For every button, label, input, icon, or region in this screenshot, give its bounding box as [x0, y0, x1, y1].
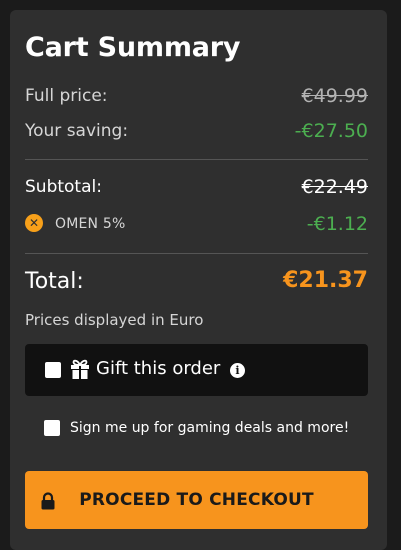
remove-coupon-icon[interactable]: ✕ — [25, 214, 43, 232]
saving-row: Your saving: -€27.50 — [25, 117, 368, 145]
info-icon[interactable]: i — [230, 363, 245, 378]
full-price-row: Full price: €49.99 — [25, 82, 368, 110]
saving-value: -€27.50 — [294, 120, 368, 142]
coupon-value: -€1.12 — [306, 213, 368, 235]
saving-label: Your saving: — [25, 121, 129, 141]
total-value: €21.37 — [283, 268, 368, 293]
subtotal-row: Subtotal: €22.49 — [25, 173, 368, 201]
currency-note: Prices displayed in Euro — [25, 311, 204, 329]
coupon-label: OMEN 5% — [55, 216, 126, 232]
newsletter-signup-label: Sign me up for gaming deals and more! — [70, 420, 350, 436]
gift-order-option[interactable]: Gift this order i — [25, 344, 368, 396]
gift-icon — [71, 359, 89, 379]
cart-summary-title: Cart Summary — [25, 32, 241, 63]
divider — [25, 253, 368, 254]
gift-order-label: Gift this order — [96, 358, 221, 379]
newsletter-checkbox[interactable] — [44, 420, 60, 436]
full-price-label: Full price: — [25, 86, 108, 106]
divider — [25, 159, 368, 160]
total-row: Total: €21.37 — [25, 267, 368, 299]
total-label: Total: — [25, 269, 84, 294]
gift-checkbox[interactable] — [45, 362, 61, 378]
subtotal-value: €22.49 — [301, 176, 368, 198]
subtotal-label: Subtotal: — [25, 177, 102, 197]
cart-summary-panel: Cart Summary Full price: €49.99 Your sav… — [10, 10, 387, 550]
checkout-button-label: PROCEED TO CHECKOUT — [79, 490, 314, 510]
proceed-to-checkout-button[interactable]: PROCEED TO CHECKOUT — [25, 471, 368, 529]
coupon-row: ✕ OMEN 5% -€1.12 — [25, 210, 368, 238]
full-price-value: €49.99 — [301, 85, 368, 107]
